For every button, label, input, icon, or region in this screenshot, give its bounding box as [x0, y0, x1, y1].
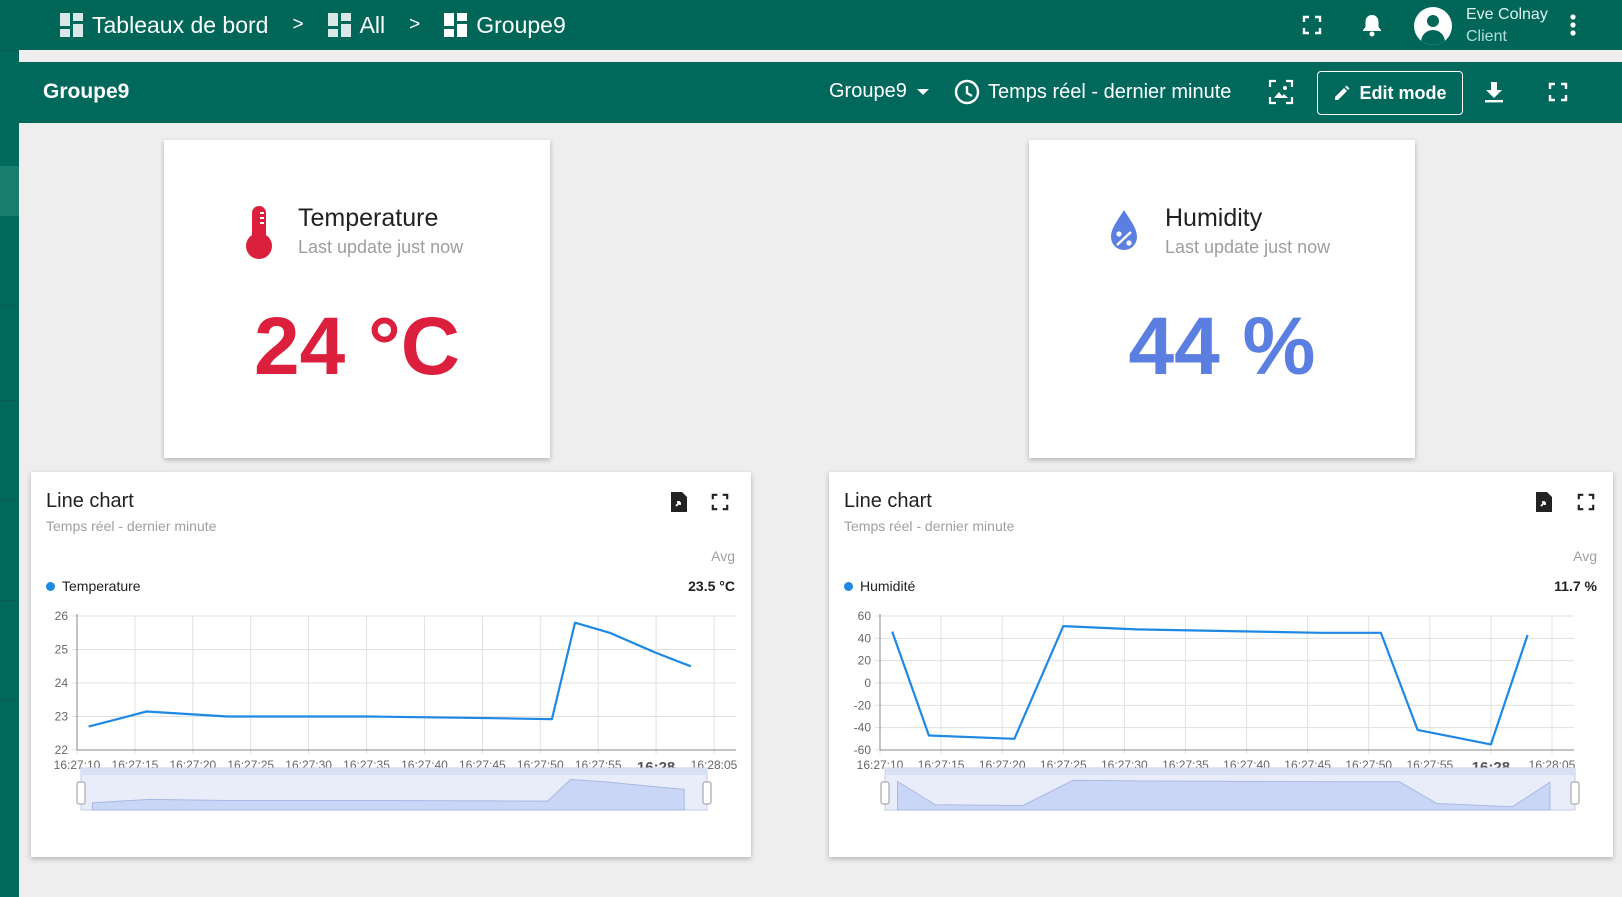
range-navigator — [880, 767, 1580, 811]
edit-mode-label: Edit mode — [1359, 82, 1447, 103]
breadcrumb-label: All — [359, 11, 386, 38]
dashboard-toolbar: Groupe9 Groupe9 Temps réel - dernier min… — [19, 62, 1622, 123]
timewindow-button[interactable]: Temps réel - dernier minute — [954, 79, 1231, 105]
breadcrumb-all[interactable]: All — [327, 11, 386, 39]
dropdown-arrow-icon — [916, 88, 929, 95]
nav-divider — [0, 50, 19, 51]
navigator-handle-right[interactable] — [1570, 781, 1580, 805]
y-tick-label: 26 — [55, 609, 69, 623]
navigator-handle-left[interactable] — [880, 781, 890, 805]
image-export-icon[interactable] — [1267, 78, 1295, 106]
navigator-handle-right[interactable] — [702, 781, 712, 805]
account-circle-icon — [1414, 7, 1452, 45]
temperature-card: Temperature Last update just now 24 °C — [164, 140, 550, 458]
download-icon[interactable] — [1481, 79, 1507, 105]
water-percent-icon — [1111, 210, 1137, 250]
y-tick-label: 60 — [858, 609, 872, 623]
humidity-card-header: Humidity Last update just now — [1107, 204, 1330, 258]
y-tick-label: 40 — [858, 631, 872, 645]
humidity-plot: 6040200-20-40-6016:27:10 16:27:15 16:27:20… — [854, 609, 1580, 811]
edit-mode-button[interactable]: Edit mode — [1317, 71, 1463, 115]
humidity-line-chart-card: Line chart Temps réel - dernier minute A… — [829, 472, 1613, 857]
dashboard-title: Groupe9 — [43, 80, 130, 103]
humidity-card: Humidity Last update just now 44 % — [1029, 140, 1415, 458]
y-tick-label: 25 — [55, 643, 69, 657]
breadcrumb-dashboards[interactable]: Tableaux de bord — [60, 12, 268, 39]
dashboards-icon — [60, 13, 84, 37]
thermometer-icon — [246, 206, 272, 259]
y-tick-label: 23 — [55, 710, 69, 724]
card-title: Humidity — [1165, 204, 1263, 232]
user-name: Eve Colnay — [1466, 6, 1548, 23]
y-tick-label: 20 — [858, 654, 872, 668]
card-title: Temperature — [298, 204, 439, 232]
y-tick-label: 0 — [864, 676, 871, 690]
y-tick-label: -60 — [854, 743, 872, 757]
dashboards-icon — [327, 13, 352, 37]
range-navigator — [76, 767, 712, 811]
fullscreen-icon[interactable] — [1546, 80, 1570, 104]
temperature-plot: 262524232216:27:10 16:27:15 16:27:20 16:27:… — [54, 609, 738, 811]
navigator-handle-left[interactable] — [76, 781, 86, 805]
dashboard-icon — [444, 13, 468, 37]
y-tick-label: -20 — [854, 698, 872, 712]
nav-divider — [0, 700, 19, 701]
series-line — [891, 625, 1529, 746]
card-subtitle: Last update just now — [1165, 237, 1331, 257]
breadcrumb-label: Groupe9 — [476, 11, 566, 38]
side-nav-strip — [0, 50, 19, 897]
breadcrumb-separator: > — [409, 14, 421, 35]
card-subtitle: Last update just now — [298, 237, 464, 257]
user-role: Client — [1466, 28, 1507, 45]
nav-divider — [0, 400, 19, 401]
pencil-icon — [1335, 85, 1350, 100]
humidity-value: 44 % — [1128, 301, 1316, 392]
plot-area: 262524232216:27:10 16:27:15 16:27:20 16:27:… — [54, 609, 738, 776]
y-tick-label: 22 — [55, 743, 69, 757]
breadcrumb-groupe9[interactable]: Groupe9 — [444, 12, 566, 39]
y-tick-label: -40 — [854, 721, 872, 735]
temperature-line-chart-card: Line chart Temps réel - dernier minute A… — [31, 472, 751, 857]
more-vert-icon[interactable] — [1566, 12, 1580, 38]
nav-divider — [0, 600, 19, 601]
plot-area: 6040200-20-40-6016:27:10 16:27:15 16:27:20… — [854, 609, 1576, 776]
nav-divider — [0, 305, 19, 306]
navigator-top-bar — [81, 768, 707, 775]
temperature-card-header: Temperature Last update just now — [244, 204, 463, 260]
bell-icon[interactable] — [1360, 12, 1384, 38]
timewindow-label: Temps réel - dernier minute — [988, 80, 1232, 103]
nav-divider — [0, 500, 19, 501]
state-select-value: Groupe9 — [829, 80, 907, 102]
top-app-bar: Tableaux de bord > All > Groupe9 Eve Col… — [0, 0, 1622, 50]
temperature-value: 24 °C — [253, 301, 460, 392]
side-nav-selected-item[interactable] — [0, 166, 19, 216]
user-menu[interactable]: Eve Colnay Client — [1414, 4, 1548, 48]
state-select[interactable]: Groupe9 — [829, 80, 929, 103]
y-tick-label: 24 — [55, 676, 69, 690]
fullscreen-icon[interactable] — [1300, 13, 1324, 37]
series-line — [88, 621, 692, 728]
clock-icon — [954, 79, 980, 105]
breadcrumb-separator: > — [292, 14, 304, 35]
navigator-top-bar — [885, 768, 1575, 775]
breadcrumb-label: Tableaux de bord — [92, 11, 269, 38]
breadcrumb: Tableaux de bord > All > Groupe9 — [60, 10, 566, 40]
